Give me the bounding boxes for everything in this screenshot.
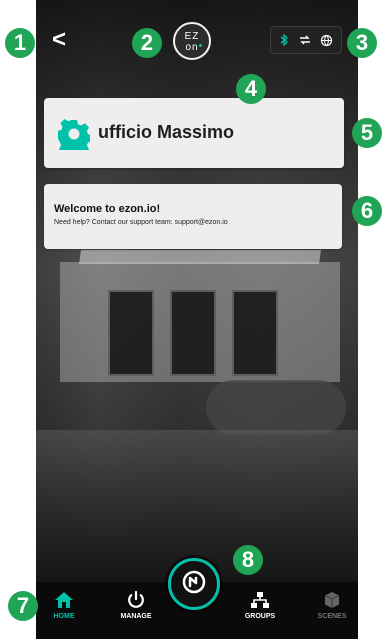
groups-icon	[249, 589, 271, 611]
workspace-name: ufficio Massimo	[98, 122, 235, 142]
nav-label-manage: MANAGE	[120, 613, 152, 620]
nav-manage[interactable]: MANAGE	[110, 586, 162, 632]
back-icon: <	[51, 26, 66, 53]
power-icon	[125, 589, 147, 611]
app-screen	[36, 0, 358, 639]
annotation-marker-5: 5	[352, 118, 382, 148]
nav-groups[interactable]: GROUPS	[234, 586, 286, 632]
nav-label-home: HOME	[53, 613, 75, 620]
app-logo: EZ on	[173, 22, 211, 60]
annotation-marker-6: 6	[352, 196, 382, 226]
welcome-card[interactable]: Welcome to ezon.io! Need help? Contact o…	[44, 184, 342, 249]
nav-home[interactable]: HOME	[38, 586, 90, 632]
nav-label-scenes: SCENES	[317, 613, 347, 620]
annotation-marker-4: 4	[236, 74, 266, 104]
workspace-card[interactable]: ufficio Massimo	[44, 98, 344, 168]
bluetooth-icon	[279, 34, 289, 46]
gear-icon	[57, 118, 93, 157]
globe-icon	[320, 34, 333, 47]
bushes	[206, 380, 346, 435]
nav-label-groups: GROUPS	[244, 613, 276, 620]
house-window	[232, 290, 278, 376]
annotation-marker-1: 1	[5, 28, 35, 58]
welcome-subtitle: Need help? Contact our support team: sup…	[54, 219, 228, 226]
logo-text-top: EZ	[184, 31, 200, 42]
nav-scenes[interactable]: SCENES	[306, 586, 358, 632]
cube-icon	[321, 589, 343, 611]
house-window	[108, 290, 154, 376]
clock-power-icon	[179, 567, 209, 602]
central-action-button[interactable]	[168, 558, 220, 610]
annotation-marker-2: 2	[132, 28, 162, 58]
home-icon	[53, 589, 75, 611]
logo-text-bottom: on	[185, 42, 199, 53]
back-button[interactable]: <	[48, 28, 70, 52]
annotation-marker-7: 7	[8, 591, 38, 621]
connection-status[interactable]	[270, 26, 342, 54]
annotation-marker-8: 8	[233, 545, 263, 575]
house-window	[170, 290, 216, 376]
annotation-marker-3: 3	[347, 28, 377, 58]
logo-dot	[199, 44, 202, 47]
top-bar: < EZ on	[36, 20, 358, 62]
welcome-title: Welcome to ezon.io!	[54, 203, 161, 215]
sync-icon	[298, 34, 312, 46]
